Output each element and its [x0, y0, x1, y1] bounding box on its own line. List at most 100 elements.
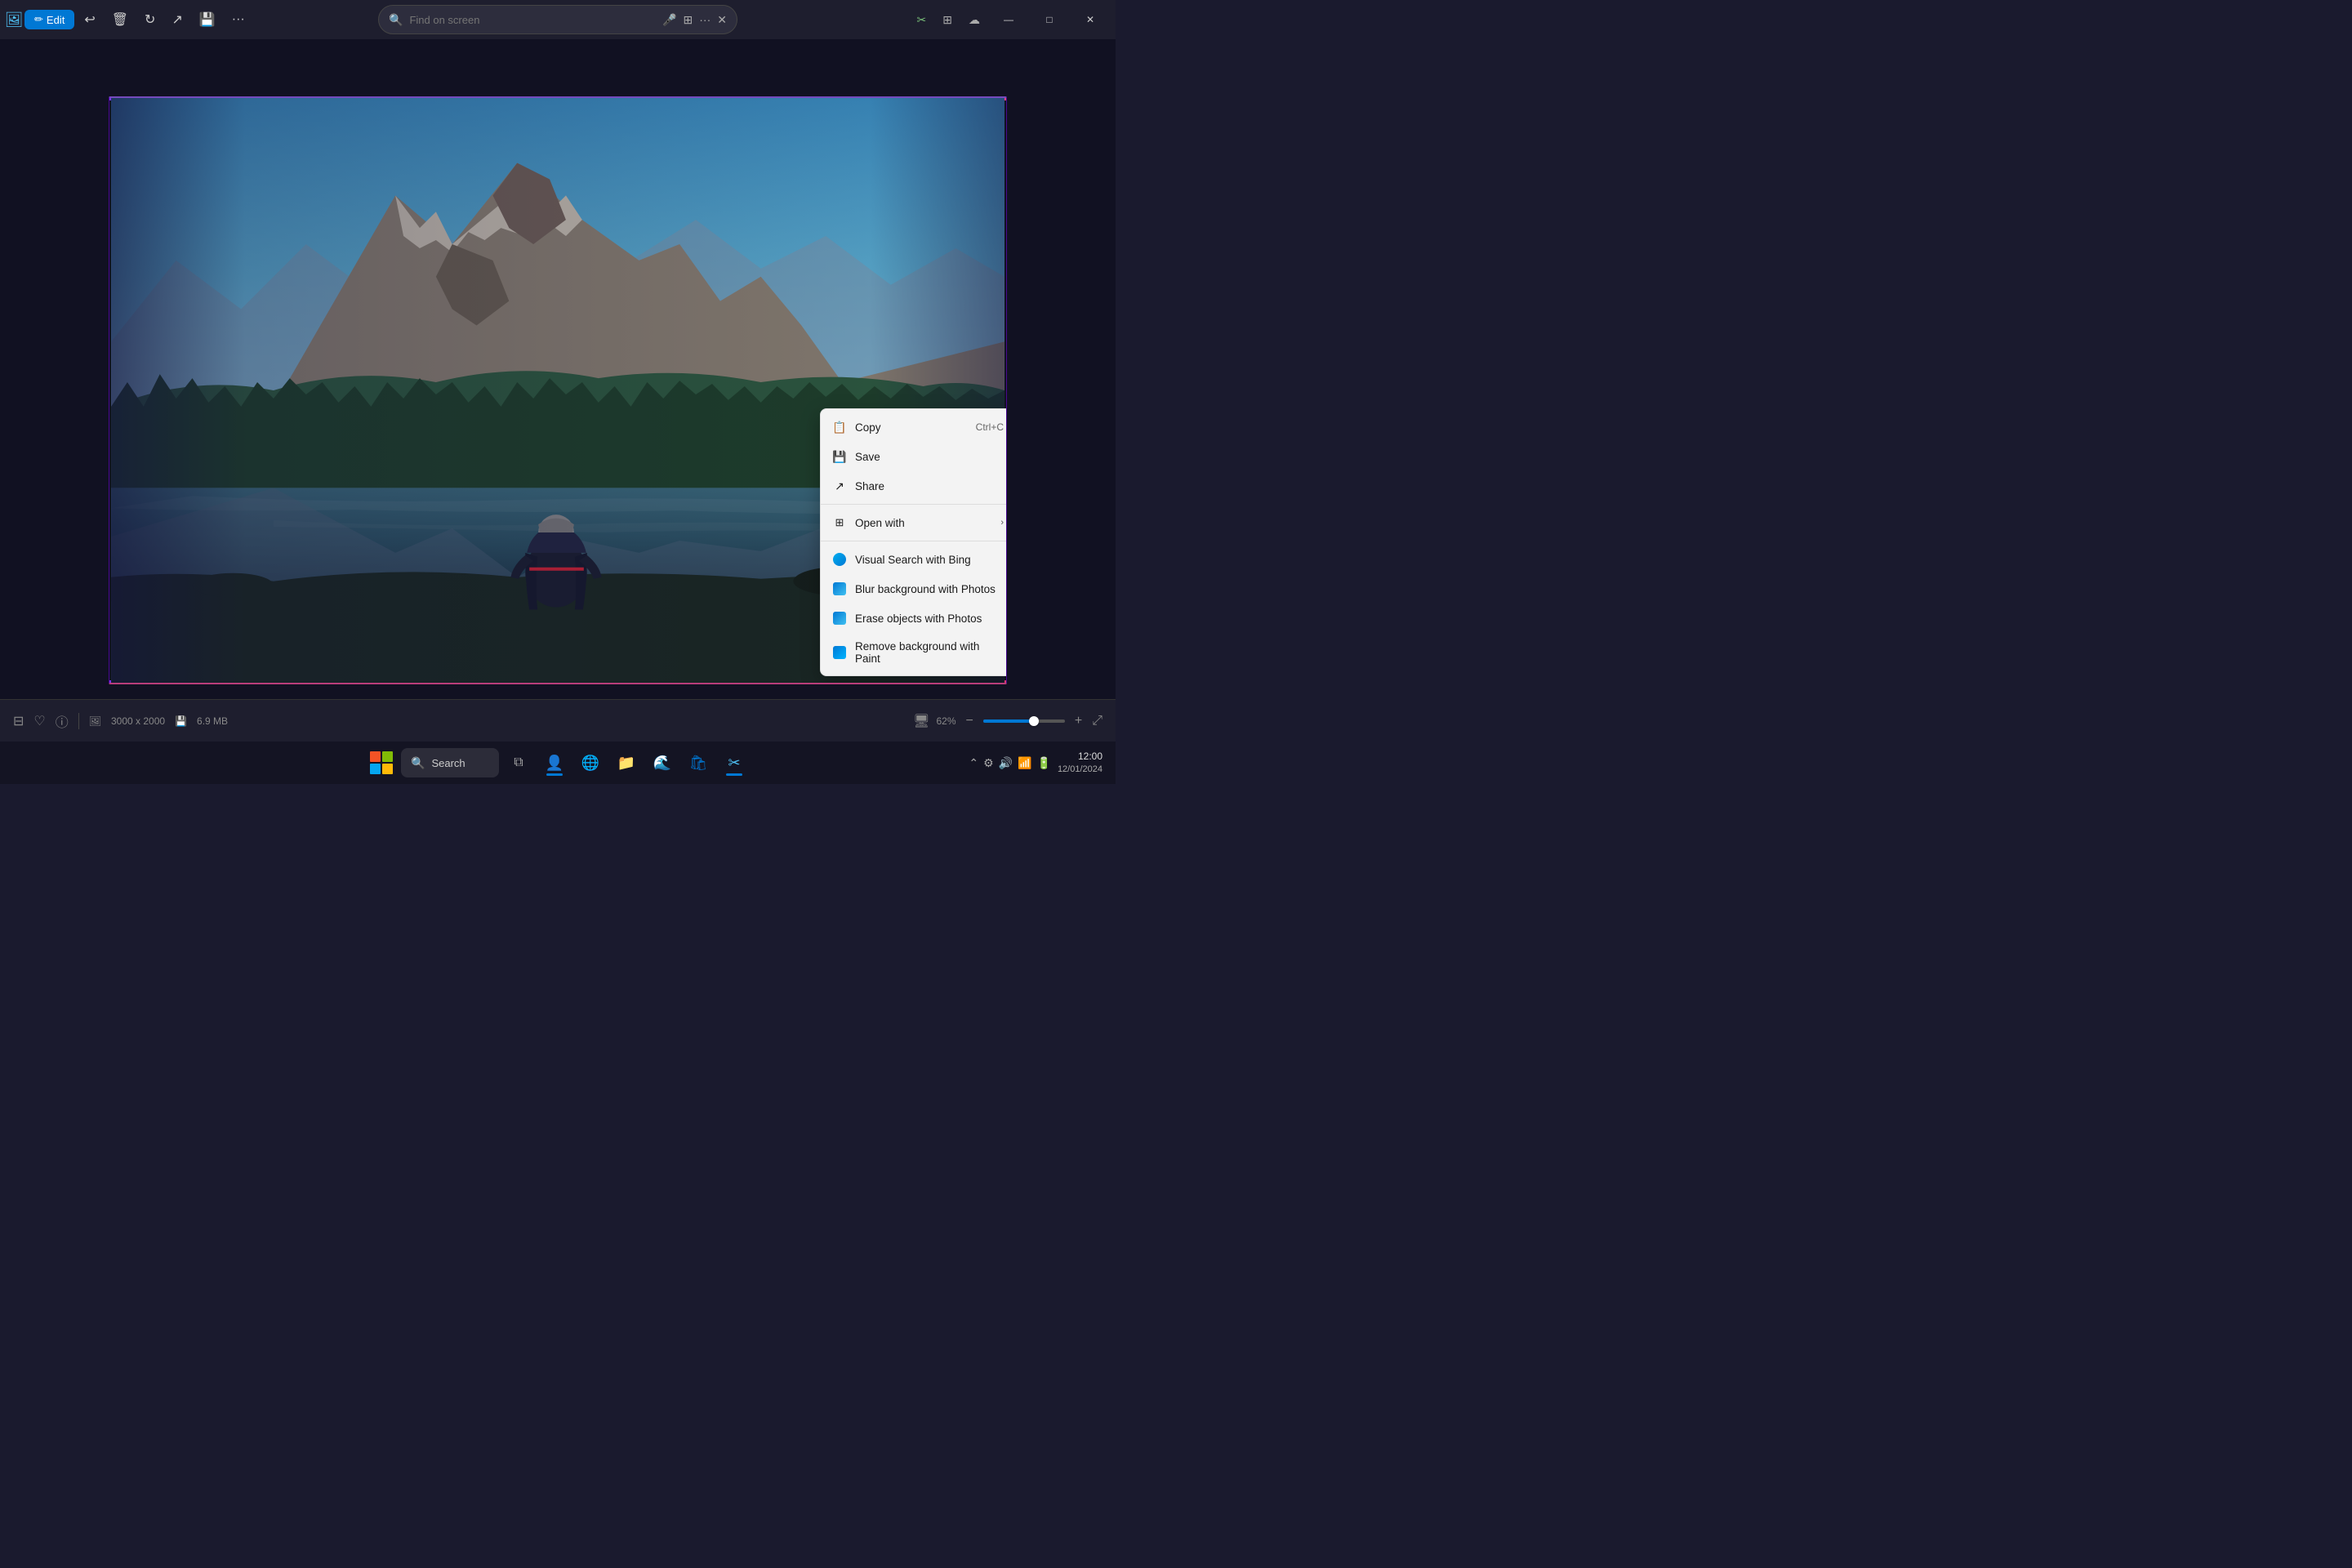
windows-logo [370, 751, 393, 774]
visual-search-label: Visual Search with Bing [855, 554, 971, 566]
delete-icon: 🗑 [112, 11, 128, 28]
grid-icon[interactable]: ⊟ [13, 713, 24, 729]
share-label: Share [855, 480, 884, 492]
file-size: 6.9 MB [197, 715, 228, 727]
title-bar-right: ✂ ⊞ ☁ — □ ✕ [911, 7, 1109, 33]
taskbar-search[interactable]: 🔍 Search [401, 748, 499, 777]
task-view-button[interactable]: ⧉ [502, 746, 535, 779]
status-bar: ⊟ ♡ ⓘ 🖼 3000 x 2000 💾 6.9 MB 🖥 62% − + ⤢ [0, 699, 1116, 742]
taskbar-app-files[interactable]: 📁 [610, 746, 643, 779]
context-menu: 📋 Copy Ctrl+C 💾 Save ↗ Share ⊞ Open with… [820, 408, 1007, 676]
image-container: 📋 Copy Ctrl+C 💾 Save ↗ Share ⊞ Open with… [109, 96, 1007, 684]
menu-item-visual-search[interactable]: Visual Search with Bing [821, 545, 1007, 574]
undo-icon: ↩ [84, 11, 95, 28]
edit-button[interactable]: ✏ Edit [24, 10, 74, 29]
maximize-button[interactable]: □ [1031, 7, 1068, 33]
taskbar-right: ⌃ ⚙ 🔊 📶 🔋 12:00 12/01/2024 [969, 750, 1102, 776]
file-size-icon: 💾 [175, 715, 187, 727]
battery-icon[interactable]: 🔋 [1037, 756, 1051, 770]
microphone-icon[interactable]: 🎤 [662, 13, 676, 27]
menu-item-copy[interactable]: 📋 Copy Ctrl+C [821, 412, 1007, 442]
screen-icon[interactable]: 🖥 [913, 713, 929, 729]
save-icon: 💾 [832, 449, 847, 464]
bing-icon [832, 552, 847, 567]
system-tray-icon[interactable]: ⌃ [969, 756, 978, 770]
status-divider [78, 713, 79, 729]
save-label: Save [855, 451, 880, 463]
taskbar-search-label: Search [431, 757, 465, 769]
clock[interactable]: 12:00 12/01/2024 [1058, 750, 1102, 776]
taskbar-search-icon: 🔍 [411, 756, 425, 770]
taskbar: 🔍 Search ⧉ 👤 🌐 📁 🌊 🛍 ✂ [0, 742, 1116, 784]
image-dimensions: 3000 x 2000 [111, 715, 165, 727]
zoom-out-button[interactable]: − [963, 712, 977, 730]
menu-item-remove-bg[interactable]: Remove background with Paint [821, 633, 1007, 672]
time: 12:00 [1058, 750, 1102, 764]
delete-button[interactable]: 🗑 [105, 7, 135, 33]
status-right: 🖥 62% − + ⤢ [913, 712, 1102, 730]
task-view-icon: ⧉ [514, 755, 523, 770]
rotate-button[interactable]: ↻ [138, 7, 162, 33]
more-icon: ··· [232, 12, 245, 27]
close-search-icon[interactable]: ✕ [717, 13, 727, 27]
system-icons: ⌃ ⚙ 🔊 📶 🔋 [969, 756, 1051, 770]
taskbar-app-snip[interactable]: ✂ [718, 746, 751, 779]
photos-blur-icon [832, 581, 847, 596]
extensions-icon[interactable]: ⊞ [684, 13, 693, 27]
taskbar-app-browser[interactable]: 🌐 [574, 746, 607, 779]
speaker-icon[interactable]: 🔊 [999, 756, 1013, 770]
minimize-button[interactable]: — [990, 7, 1027, 33]
taskbar-app-edge[interactable]: 🌊 [646, 746, 679, 779]
blur-bg-label: Blur background with Photos [855, 583, 996, 595]
fit-screen-icon[interactable]: ⤢ [1092, 714, 1102, 728]
app-indicator [546, 773, 563, 776]
edit-icon: ✏ [34, 13, 43, 26]
menu-item-erase-objects[interactable]: Erase objects with Photos [821, 604, 1007, 633]
rotate-icon: ↻ [145, 11, 155, 28]
taskbar-app-store[interactable]: 🛍 [682, 746, 715, 779]
save-to-button[interactable]: 💾 [193, 7, 222, 33]
zoom-slider-thumb [1029, 716, 1039, 726]
favorite-icon[interactable]: ♡ [33, 713, 45, 729]
more-options-button[interactable]: ··· [225, 7, 252, 32]
start-button[interactable] [365, 746, 398, 779]
status-left: ⊟ ♡ ⓘ 🖼 3000 x 2000 💾 6.9 MB [13, 711, 903, 731]
close-button[interactable]: ✕ [1071, 7, 1109, 33]
snip-indicator [726, 773, 742, 776]
taskbar-app-person[interactable]: 👤 [538, 746, 571, 779]
date: 12/01/2024 [1058, 764, 1102, 776]
files-app-icon: 📁 [617, 755, 635, 772]
erase-objects-label: Erase objects with Photos [855, 612, 982, 625]
menu-item-share[interactable]: ↗ Share [821, 471, 1007, 501]
open-with-icon: ⊞ [832, 515, 847, 530]
app-icon: 🖼 [7, 12, 21, 27]
menu-item-save[interactable]: 💾 Save [821, 442, 1007, 471]
more-search-icon[interactable]: ··· [699, 13, 710, 26]
win-logo-q4 [382, 764, 393, 774]
snip-button[interactable]: ✂ [911, 8, 933, 32]
gallery-button[interactable]: ⊞ [936, 8, 959, 32]
win-logo-q1 [370, 751, 381, 762]
network-icon[interactable]: 📶 [1018, 756, 1031, 770]
remove-bg-label: Remove background with Paint [855, 640, 1004, 665]
settings-icon[interactable]: ⚙ [983, 756, 994, 770]
search-input[interactable] [409, 14, 656, 26]
info-icon[interactable]: ⓘ [56, 711, 69, 731]
menu-item-open-with[interactable]: ⊞ Open with › [821, 508, 1007, 537]
save-to-icon: 💾 [199, 11, 216, 28]
taskbar-center: 🔍 Search ⧉ 👤 🌐 📁 🌊 🛍 ✂ [365, 746, 751, 779]
zoom-slider[interactable] [983, 719, 1065, 723]
win-logo-q2 [382, 751, 393, 762]
cloud-button[interactable]: ☁ [962, 8, 987, 32]
share-menu-icon: ↗ [832, 479, 847, 493]
share-button[interactable]: ↗ [165, 7, 189, 33]
zoom-in-button[interactable]: + [1071, 712, 1085, 730]
snip-app-icon: ✂ [728, 755, 740, 772]
search-bar[interactable]: 🔍 🎤 ⊞ ··· ✕ [378, 5, 737, 34]
open-with-arrow-icon: › [1000, 518, 1004, 528]
menu-item-blur-bg[interactable]: Blur background with Photos [821, 574, 1007, 604]
share-icon: ↗ [172, 11, 182, 28]
copy-icon: 📋 [832, 420, 847, 434]
photos-erase-icon [832, 611, 847, 626]
undo-button[interactable]: ↩ [78, 7, 101, 33]
